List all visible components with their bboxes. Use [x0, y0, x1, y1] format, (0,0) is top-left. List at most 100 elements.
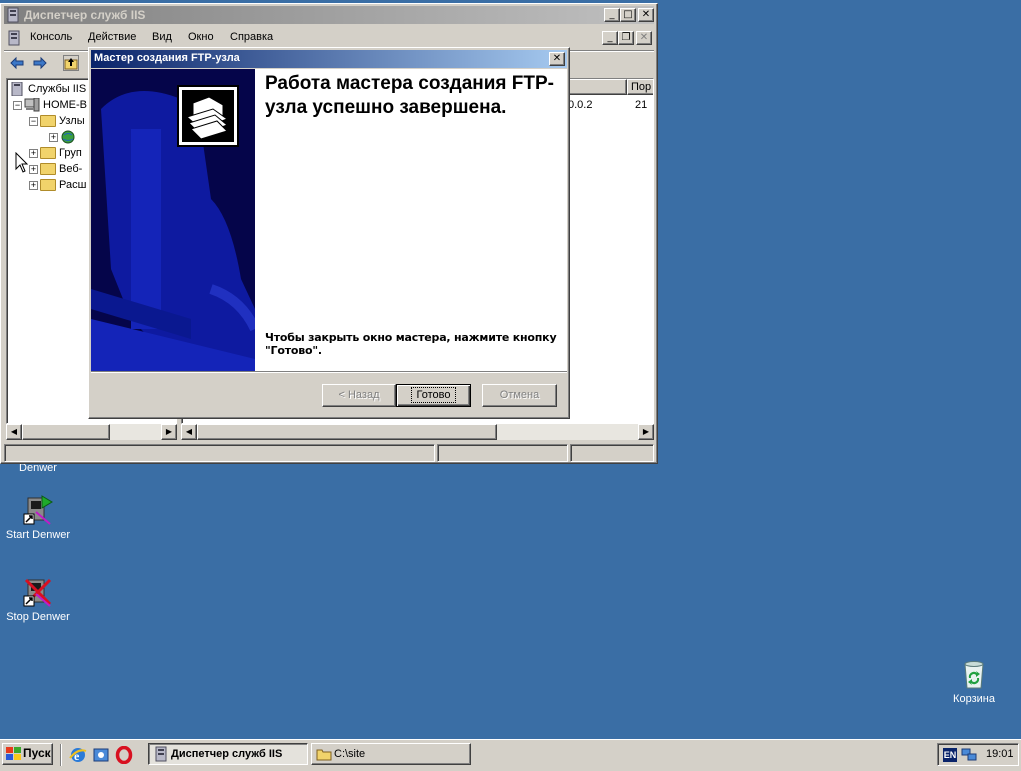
expand-icon[interactable]: +: [29, 164, 38, 174]
scroll-left-icon[interactable]: ◀: [181, 424, 197, 440]
folder-icon: [40, 179, 56, 192]
clock: 19:01: [986, 748, 1014, 760]
desktop-icon-label: Корзина: [953, 693, 995, 705]
menu-view[interactable]: Вид: [146, 28, 178, 46]
menu-action[interactable]: Действие: [82, 28, 142, 46]
desktop-icon-stop-denwer[interactable]: Stop Denwer: [0, 576, 76, 623]
windows-logo-icon: [6, 747, 21, 761]
up-level-icon[interactable]: [63, 55, 79, 71]
tree-item-extensions[interactable]: + Расш: [29, 177, 86, 193]
mouse-cursor-icon: [15, 151, 29, 174]
status-panel-3: [570, 444, 654, 462]
collapse-icon[interactable]: −: [29, 116, 38, 126]
list-scrollbar[interactable]: ◀ ▶: [181, 424, 654, 440]
desktop-icon-label: Start Denwer: [5, 529, 71, 541]
start-button[interactable]: Пуск: [2, 743, 53, 765]
cancel-button-label: Отмена: [499, 389, 540, 401]
menu-console[interactable]: Консоль: [24, 28, 78, 46]
wizard-separator: [91, 371, 567, 373]
network-icon[interactable]: [961, 747, 977, 763]
tree-item-iis-services[interactable]: Службы IIS: [9, 81, 86, 97]
desktop-icon-recycle-bin[interactable]: Корзина: [936, 658, 1012, 705]
ftp-wizard-dialog: Мастер создания FTP-узла ✕ Работа мастер…: [88, 47, 570, 419]
scroll-thumb[interactable]: [22, 424, 110, 440]
child-restore-button[interactable]: ❐: [618, 31, 634, 45]
wizard-heading: Работа мастера создания FTP-узла успешно…: [265, 73, 554, 118]
cancel-button[interactable]: Отмена: [482, 384, 557, 407]
tree-item-label: Узлы: [59, 115, 85, 127]
start-denwer-icon: [22, 494, 54, 526]
taskbar-item-label: C:\site: [334, 748, 366, 760]
wizard-content: Работа мастера создания FTP-узла успешно…: [255, 69, 567, 371]
column-header-port[interactable]: Пор: [627, 79, 653, 95]
finish-button[interactable]: Готово: [396, 384, 471, 407]
wizard-hint: Чтобы закрыть окно мастера, нажмите кноп…: [265, 331, 557, 357]
folder-icon: [40, 115, 56, 128]
language-indicator[interactable]: EN: [943, 748, 957, 762]
tree-item-ftp-site[interactable]: +: [49, 129, 76, 145]
scroll-thumb[interactable]: [197, 424, 497, 440]
ie-icon[interactable]: e: [69, 746, 87, 764]
scroll-right-icon[interactable]: ▶: [638, 424, 654, 440]
tree-item-host[interactable]: − HOME-B: [13, 97, 87, 113]
expand-icon[interactable]: +: [49, 132, 58, 142]
back-icon[interactable]: [9, 55, 25, 71]
tree-item-sites[interactable]: − Узлы: [29, 113, 85, 129]
expand-icon[interactable]: +: [29, 148, 38, 158]
minimize-button[interactable]: _: [604, 8, 620, 22]
opera-icon[interactable]: [115, 745, 133, 765]
quick-launch: e: [60, 744, 140, 766]
menu-window[interactable]: Окно: [182, 28, 220, 46]
scroll-right-icon[interactable]: ▶: [161, 424, 177, 440]
folder-icon: [40, 163, 56, 176]
cell-ip: 0.0.2: [568, 99, 593, 111]
column-header-label: Пор: [631, 81, 652, 93]
taskbar-item-iis[interactable]: Диспетчер служб IIS: [148, 743, 308, 765]
menu-bar: Консоль Действие Вид Окно Справка _ ❐ ✕: [4, 28, 654, 48]
back-button[interactable]: < Назад: [322, 384, 396, 407]
status-panel-2: [437, 444, 568, 462]
wizard-close-button[interactable]: ✕: [549, 52, 565, 66]
tree-item-label: Расш: [59, 179, 87, 191]
close-button[interactable]: ✕: [638, 8, 654, 22]
scroll-left-icon[interactable]: ◀: [6, 424, 22, 440]
recycle-bin-icon: [958, 658, 990, 690]
console-icon: [6, 30, 22, 46]
stop-denwer-icon: [22, 576, 54, 608]
globe-icon: [60, 130, 76, 144]
tree-item-label: Службы IIS: [28, 83, 87, 95]
show-desktop-icon[interactable]: [92, 746, 110, 764]
taskbar-item-site-folder[interactable]: C:\site: [311, 743, 471, 765]
iis-services-icon: [9, 81, 25, 97]
expand-icon[interactable]: +: [29, 180, 38, 190]
maximize-button[interactable]: □: [620, 8, 636, 22]
folder-icon: [40, 147, 56, 160]
wizard-title: Мастер создания FTP-узла: [94, 52, 240, 64]
tree-item-groups[interactable]: + Груп: [29, 145, 82, 161]
wizard-titlebar[interactable]: Мастер создания FTP-узла ✕: [91, 50, 567, 68]
start-button-label: Пуск: [23, 746, 51, 760]
child-minimize-button[interactable]: _: [602, 31, 618, 45]
cell-port: 21: [635, 99, 648, 111]
tree-item-web[interactable]: + Веб-: [29, 161, 82, 177]
wizard-logo: [177, 85, 239, 147]
desktop-icon-start-denwer[interactable]: Start Denwer: [0, 494, 76, 541]
tree-item-label: Груп: [59, 147, 82, 159]
wizard-banner: [91, 69, 255, 371]
child-close-button[interactable]: ✕: [636, 31, 652, 45]
collapse-icon[interactable]: −: [13, 100, 22, 110]
tree-scrollbar[interactable]: ◀ ▶: [6, 424, 177, 440]
taskbar-item-label: Диспетчер служб IIS: [171, 748, 283, 760]
system-tray: EN 19:01: [937, 743, 1019, 766]
forward-icon[interactable]: [32, 55, 48, 71]
finish-button-label: Готово: [410, 387, 457, 403]
desktop-icon-label: Stop Denwer: [6, 611, 70, 623]
folder-task-icon: [316, 747, 332, 761]
menu-help[interactable]: Справка: [224, 28, 279, 46]
tree-item-label: Веб-: [59, 163, 83, 175]
iis-window-title: Диспетчер служб IIS: [24, 8, 146, 22]
iis-task-icon: [153, 746, 169, 762]
iis-window-titlebar[interactable]: Диспетчер служб IIS _ □ ✕: [4, 6, 654, 24]
status-panel-1: [4, 444, 435, 462]
ftp-server-icon: [182, 90, 234, 142]
